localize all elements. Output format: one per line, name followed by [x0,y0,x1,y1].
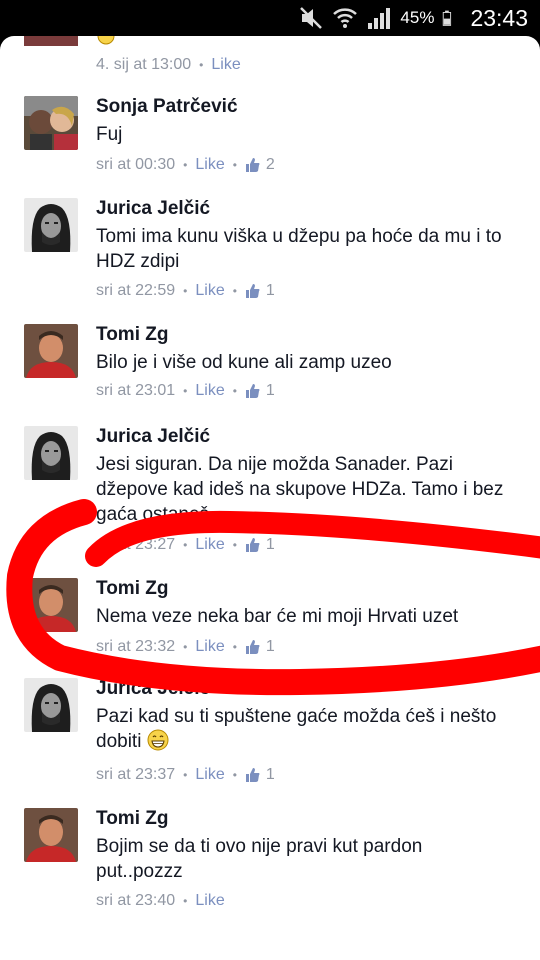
red-shirt-portrait-icon [24,578,78,632]
like-link[interactable]: Like [195,282,224,300]
avatar[interactable] [24,578,78,632]
like-count[interactable]: 1 [266,382,275,400]
red-shirt-portrait-icon [24,324,78,378]
battery-icon [443,10,452,26]
comment-time: sri at 00:30 [96,156,176,173]
comment-meta: sri at 23:27 • Like • 1 [96,536,275,554]
comment-text: Bilo je i više od kune ali zamp uzeo [96,352,392,373]
separator-dot: • [232,640,237,654]
comment-author[interactable]: Tomi Zg [96,578,168,600]
comment-author[interactable]: Sonja Patrčević [96,96,238,118]
like-link[interactable]: Like [195,382,224,400]
status-icons: 45% 23:43 [298,0,528,36]
separator-dot: • [183,384,188,398]
separator-dot: • [183,284,188,298]
avatar[interactable] [24,96,78,150]
separator-dot: • [232,384,237,398]
comment-time: sri at 23:01 [96,382,176,399]
comment-time: sri at 23:40 [96,892,176,909]
thumbs-up-icon [245,538,260,552]
comment-author[interactable]: Jurica Jelčić [96,426,210,448]
separator-dot: • [183,640,188,654]
like-count[interactable]: 1 [266,766,275,784]
avatar[interactable] [24,198,78,252]
like-count[interactable]: 1 [266,536,275,554]
bw-portrait-icon [24,678,78,732]
mute-icon [300,7,323,29]
status-bar: 45% 23:43 [0,0,540,36]
like-count[interactable]: 2 [266,156,275,174]
comment-author[interactable]: Jurica Jelčić [96,678,210,700]
grin-emoji-icon [147,729,169,751]
like-link[interactable]: Like [195,536,224,554]
comment-time: 4. sij at 13:00 [96,56,192,73]
smile-emoji-icon [97,36,115,45]
avatar[interactable] [24,324,78,378]
comment-meta: sri at 00:30 • Like • 2 [96,156,275,174]
separator-dot: • [199,58,204,72]
avatar[interactable] [24,808,78,862]
battery-percent: 45% [400,8,435,27]
bw-portrait-icon [24,426,78,480]
like-link[interactable]: Like [195,156,224,174]
comment-meta: sri at 22:59 • Like • 1 [96,282,275,300]
comment-author[interactable]: Tomi Zg [96,324,168,346]
like-link[interactable]: Like [195,638,224,656]
comment-time: sri at 23:27 [96,536,176,553]
comment-text: Tomi ima kunu viška u džepu pa hoće da m… [96,226,502,272]
wifi-icon [333,8,358,28]
separator-dot: • [232,538,237,552]
separator-dot: • [183,158,188,172]
thumbs-up-icon [245,384,260,398]
comment-meta: 4. sij at 13:00 • Like [96,56,241,74]
comment-text: Bojim se da ti ovo nije pravi kut pardon… [96,836,423,882]
separator-dot: • [183,768,188,782]
separator-dot: • [232,158,237,172]
thumbs-up-icon [245,768,260,782]
avatar[interactable] [24,426,78,480]
comment-author[interactable]: Tomi Zg [96,808,168,830]
thumbs-up-icon [245,640,260,654]
separator-dot: • [183,894,188,908]
red-shirt-portrait-icon [24,808,78,862]
comment-meta: sri at 23:32 • Like • 1 [96,638,275,656]
thumbs-up-icon [245,158,260,172]
comment-text: Fuj [96,124,123,145]
thumbs-up-icon [245,284,260,298]
comment-time: sri at 23:32 [96,638,176,655]
avatar [24,36,78,46]
like-link[interactable]: Like [195,892,224,910]
separator-dot: • [183,538,188,552]
separator-dot: • [232,768,237,782]
comments-panel: 4. sij at 13:00 • Like Sonja Patrčević F… [0,36,540,960]
signal-icon [368,8,391,29]
comment-meta: sri at 23:37 • Like • 1 [96,766,275,784]
like-link[interactable]: Like [195,766,224,784]
comment-time: sri at 22:59 [96,282,176,299]
like-count[interactable]: 1 [266,638,275,656]
like-link[interactable]: Like [211,56,240,74]
comment-text: Nema veze neka bar će mi moji Hrvati uze… [96,606,459,627]
comment-text: Pazi kad su ti spuštene gaće možda ćeš i… [96,704,506,754]
bw-portrait-icon [24,198,78,252]
comment-time: sri at 23:37 [96,766,176,783]
comment-text: Jesi siguran. Da nije možda Sanader. Paz… [96,454,504,525]
comment-meta: sri at 23:40 • Like [96,892,225,910]
avatar[interactable] [24,678,78,732]
like-count[interactable]: 1 [266,282,275,300]
separator-dot: • [232,284,237,298]
clock: 23:43 [470,4,528,31]
couple-photo-icon [24,96,78,150]
comment-meta: sri at 23:01 • Like • 1 [96,382,275,400]
comment-author[interactable]: Jurica Jelčić [96,198,210,220]
